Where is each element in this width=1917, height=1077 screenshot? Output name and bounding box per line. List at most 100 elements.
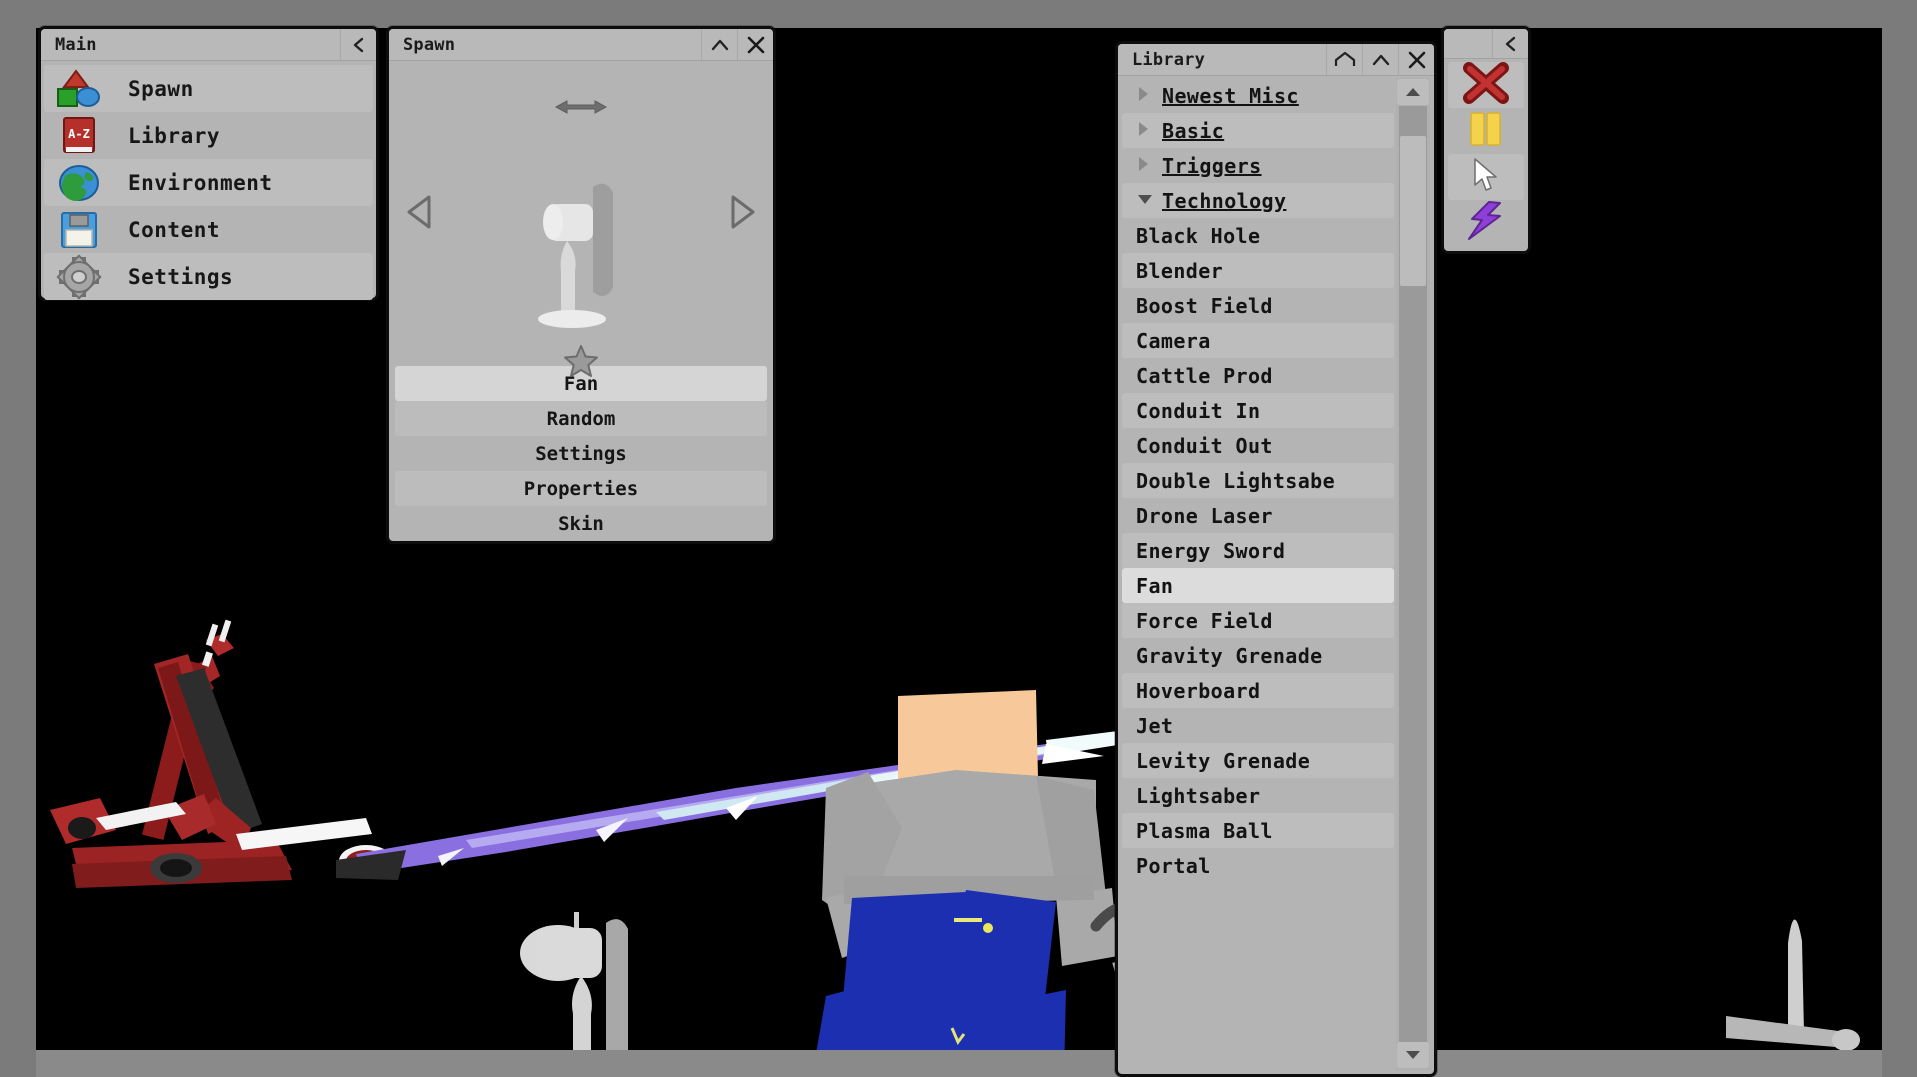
library-item-double-lightsabe[interactable]: Double Lightsabe xyxy=(1122,463,1394,498)
purple-lightning-icon xyxy=(1467,201,1505,245)
ground-plane xyxy=(36,1050,1882,1077)
library-item-hoverboard[interactable]: Hoverboard xyxy=(1122,673,1394,708)
home-icon[interactable] xyxy=(1326,44,1362,75)
library-item-label: Cattle Prod xyxy=(1136,363,1273,388)
library-category-label: Triggers xyxy=(1162,153,1262,178)
library-category-label: Basic xyxy=(1162,118,1225,143)
library-item-conduit-in[interactable]: Conduit In xyxy=(1122,393,1394,428)
library-item-list[interactable]: Newest Misc Basic Triggers Technology Black … xyxy=(1122,78,1394,1070)
library-item-label: Portal xyxy=(1136,853,1211,878)
menu-item-label: Spawn xyxy=(128,76,194,101)
library-category-triggers[interactable]: Triggers xyxy=(1122,148,1394,183)
triangle-left-icon[interactable] xyxy=(405,195,433,233)
library-category-label: Newest Misc xyxy=(1162,83,1299,108)
cursor-tool-button[interactable] xyxy=(1448,154,1524,200)
white-cursor-icon xyxy=(1471,157,1501,197)
menu-item-label: Library xyxy=(128,123,221,148)
library-item-label: Energy Sword xyxy=(1136,538,1286,563)
svg-text:A-Z: A-Z xyxy=(68,127,90,141)
library-scrollbar[interactable] xyxy=(1396,78,1430,1070)
library-item-label: Conduit Out xyxy=(1136,433,1273,458)
menu-item-label: Settings xyxy=(128,264,234,289)
chevron-up-icon[interactable] xyxy=(701,29,737,60)
spawn-button-skin[interactable]: Skin xyxy=(395,506,767,541)
spawn-window: Spawn Fan Random Settings Properties Ski… xyxy=(386,26,776,544)
gear-icon xyxy=(56,253,106,300)
menu-item-environment[interactable]: Environment xyxy=(44,159,373,206)
library-item-label: Conduit In xyxy=(1136,398,1261,423)
triangle-right-icon[interactable] xyxy=(1136,120,1158,142)
triangle-right-icon[interactable] xyxy=(1136,85,1158,107)
spawn-button-settings[interactable]: Settings xyxy=(395,436,767,471)
chevron-left-icon[interactable] xyxy=(1492,29,1528,58)
library-category-newest-misc[interactable]: Newest Misc xyxy=(1122,78,1394,113)
scrollbar-thumb[interactable] xyxy=(1400,136,1426,286)
library-item-black-hole[interactable]: Black Hole xyxy=(1122,218,1394,253)
library-item-energy-sword[interactable]: Energy Sword xyxy=(1122,533,1394,568)
chevron-up-icon[interactable] xyxy=(1362,44,1398,75)
horizontal-arrows-icon[interactable] xyxy=(554,97,608,121)
library-item-fan[interactable]: Fan xyxy=(1122,568,1394,603)
pause-tool-button[interactable] xyxy=(1448,108,1524,154)
menu-item-label: Content xyxy=(128,217,221,242)
close-x-icon[interactable] xyxy=(1398,44,1434,75)
library-window-title: Library xyxy=(1132,49,1206,70)
library-item-blender[interactable]: Blender xyxy=(1122,253,1394,288)
library-item-cattle-prod[interactable]: Cattle Prod xyxy=(1122,358,1394,393)
library-item-levity-grenade[interactable]: Levity Grenade xyxy=(1122,743,1394,778)
library-item-plasma-ball[interactable]: Plasma Ball xyxy=(1122,813,1394,848)
spawn-button-properties[interactable]: Properties xyxy=(395,471,767,506)
library-item-label: Double Lightsabe xyxy=(1136,468,1336,493)
library-titlebar: Library xyxy=(1118,44,1434,76)
library-item-camera[interactable]: Camera xyxy=(1122,323,1394,358)
library-item-boost-field[interactable]: Boost Field xyxy=(1122,288,1394,323)
spawn-button-list: Fan Random Settings Properties Skin xyxy=(389,366,773,541)
library-category-label: Technology xyxy=(1162,188,1287,213)
library-item-label: Boost Field xyxy=(1136,293,1273,318)
chevron-left-icon[interactable] xyxy=(340,29,376,60)
library-category-technology[interactable]: Technology xyxy=(1122,183,1394,218)
scroll-down-arrow[interactable] xyxy=(1397,1042,1429,1068)
scrollbar-track[interactable] xyxy=(1399,106,1427,1042)
menu-item-settings[interactable]: Settings xyxy=(44,253,373,300)
close-x-icon[interactable] xyxy=(737,29,773,60)
menu-item-library[interactable]: A-Z Library xyxy=(44,112,373,159)
floppy-disk-icon xyxy=(56,210,106,250)
delete-tool-button[interactable] xyxy=(1448,62,1524,108)
star-icon[interactable] xyxy=(564,344,598,380)
menu-item-content[interactable]: Content xyxy=(44,206,373,253)
red-x-icon xyxy=(1463,62,1509,106)
app-root: Main Spawn A-Z Library Environment Conte… xyxy=(0,0,1917,1077)
library-item-label: Drone Laser xyxy=(1136,503,1273,528)
library-item-jet[interactable]: Jet xyxy=(1122,708,1394,743)
fan-preview-model xyxy=(521,169,641,333)
library-item-force-field[interactable]: Force Field xyxy=(1122,603,1394,638)
scroll-up-arrow[interactable] xyxy=(1397,79,1429,105)
library-item-label: Fan xyxy=(1136,573,1174,598)
triangle-down-icon[interactable] xyxy=(1136,191,1158,210)
book-a-z-icon: A-Z xyxy=(56,116,106,156)
library-item-label: Gravity Grenade xyxy=(1136,643,1323,668)
library-item-label: Camera xyxy=(1136,328,1211,353)
main-menu-window: Main Spawn A-Z Library Environment Conte… xyxy=(38,26,379,301)
triangle-right-icon[interactable] xyxy=(1136,155,1158,177)
triangle-right-icon[interactable] xyxy=(729,195,757,233)
library-item-label: Lightsaber xyxy=(1136,783,1261,808)
lightning-tool-button[interactable] xyxy=(1448,200,1524,246)
spawn-preview-area[interactable] xyxy=(389,61,773,377)
library-item-drone-laser[interactable]: Drone Laser xyxy=(1122,498,1394,533)
library-item-label: Levity Grenade xyxy=(1136,748,1311,773)
toolbar-tools xyxy=(1444,59,1528,249)
library-category-basic[interactable]: Basic xyxy=(1122,113,1394,148)
main-menu-items: Spawn A-Z Library Environment Content Se… xyxy=(41,61,376,305)
library-item-portal[interactable]: Portal xyxy=(1122,848,1394,883)
library-item-label: Jet xyxy=(1136,713,1174,738)
spawn-button-random[interactable]: Random xyxy=(395,401,767,436)
library-item-lightsaber[interactable]: Lightsaber xyxy=(1122,778,1394,813)
library-item-label: Force Field xyxy=(1136,608,1273,633)
globe-icon xyxy=(56,163,106,203)
menu-item-spawn[interactable]: Spawn xyxy=(44,65,373,112)
library-item-gravity-grenade[interactable]: Gravity Grenade xyxy=(1122,638,1394,673)
spawn-body: Fan Random Settings Properties Skin xyxy=(389,61,773,541)
library-item-conduit-out[interactable]: Conduit Out xyxy=(1122,428,1394,463)
